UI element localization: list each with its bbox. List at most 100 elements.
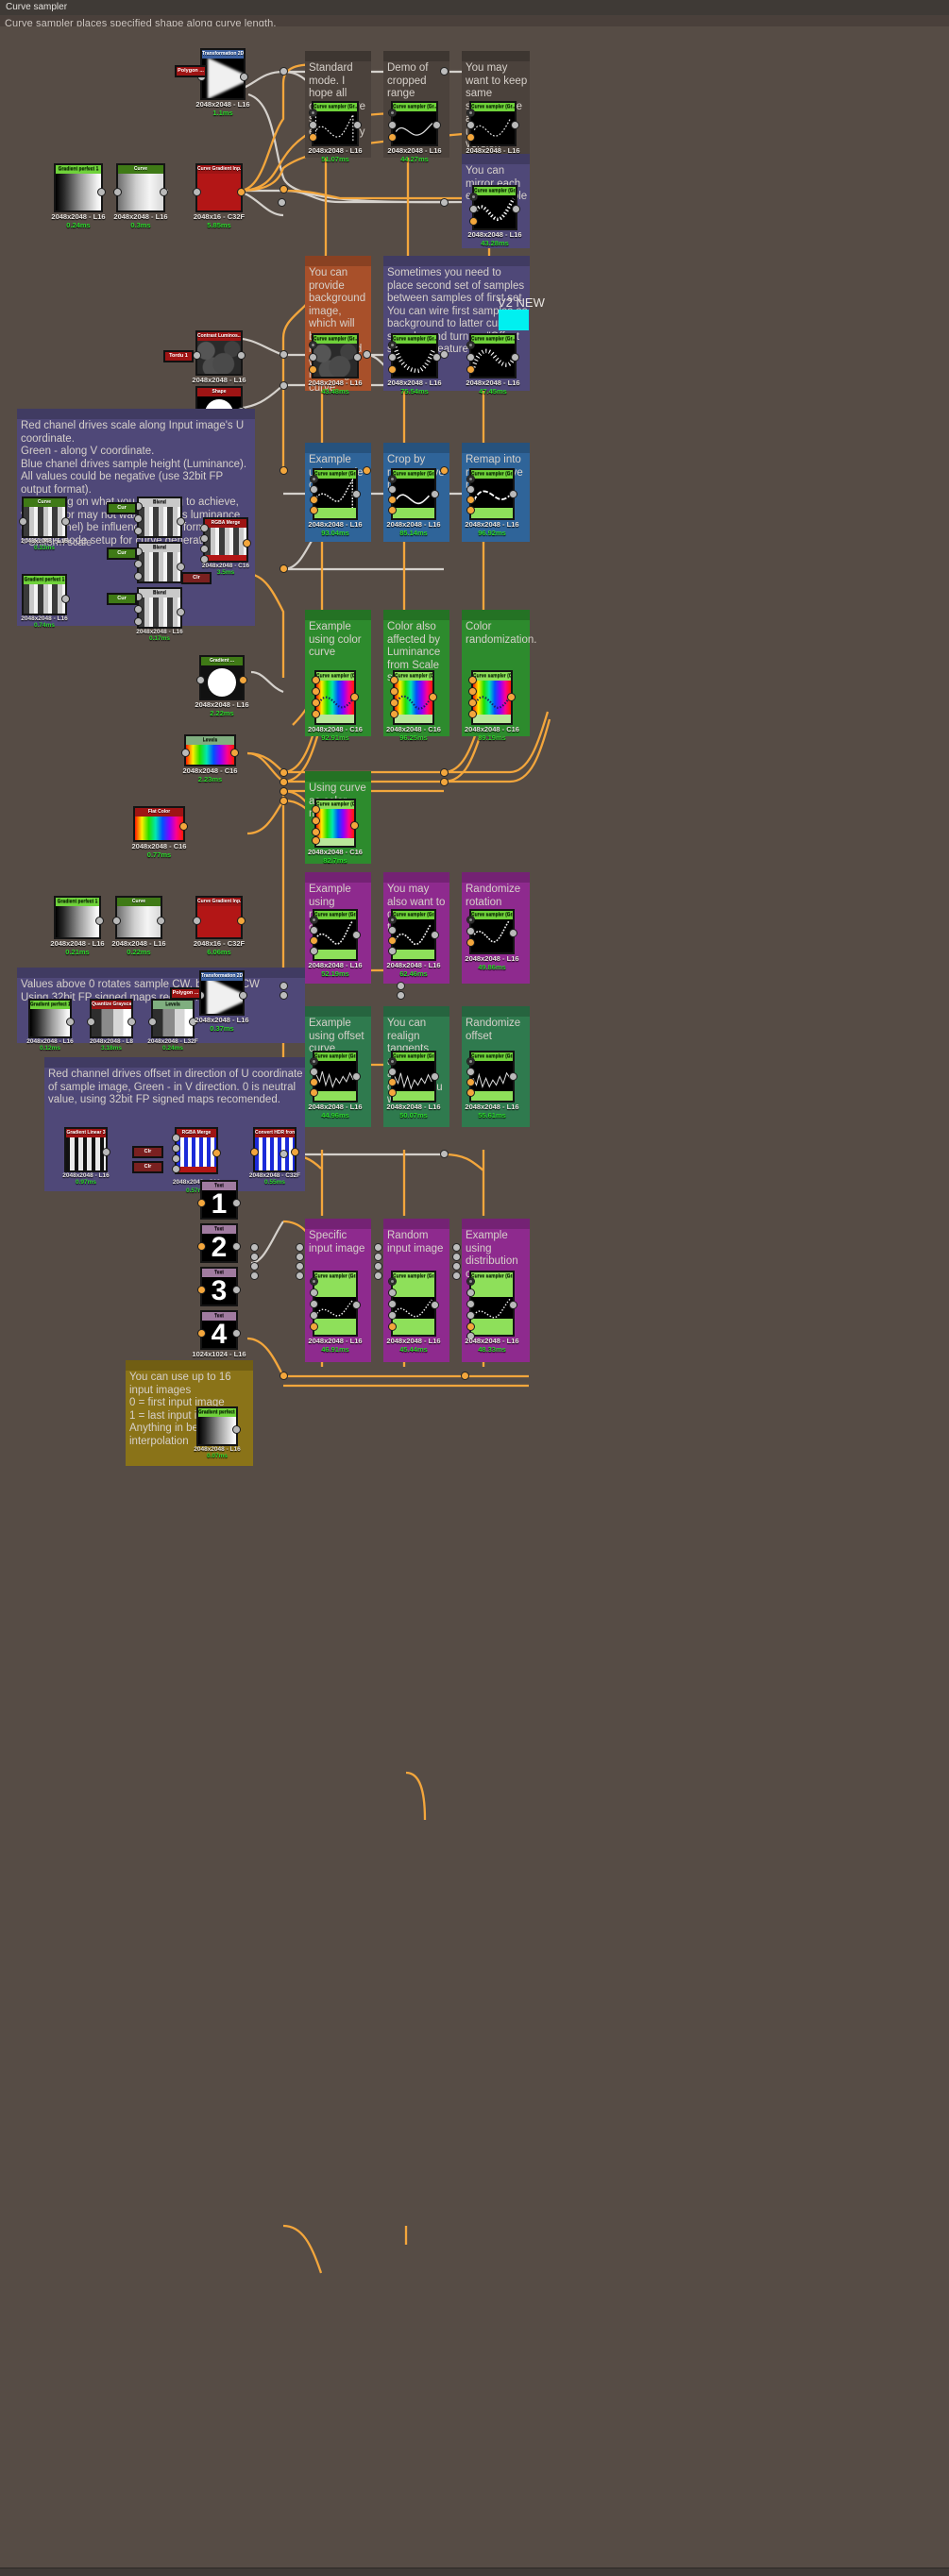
wire-node[interactable] [280,1150,288,1158]
input-socket-2[interactable] [390,687,398,696]
node-scale-curve[interactable]: Curve 2048x2048 - L16 0.33ms [19,497,70,551]
wire-node[interactable] [278,198,286,207]
output-socket[interactable] [352,931,361,939]
input-socket-1[interactable] [312,676,320,684]
input-socket-2[interactable] [468,687,477,696]
output-socket[interactable] [157,917,165,925]
output-socket[interactable] [507,693,516,701]
wire-node[interactable] [280,350,288,359]
node-cs-offset-curve[interactable]: Curve sampler (Gr... 2048x2048 - L16 44.… [308,1051,363,1120]
output-socket[interactable] [95,917,104,925]
node-cs-crop[interactable]: Curve sampler (Gr... 2048x2048 - L16 85.… [386,468,441,537]
node-scale-blend-3[interactable]: Blend 2048x2048 - L16 0.17ms [134,587,185,642]
node-scale-blend-1[interactable]: Blend [134,497,185,538]
input-socket-1[interactable] [466,1057,475,1066]
input-socket-2[interactable] [466,485,475,494]
output-socket[interactable] [237,917,246,925]
input-socket-1[interactable] [310,1057,318,1066]
node-rot-polygon[interactable]: Polygon ... [170,987,201,1000]
node-cs-realign[interactable]: Curve sampler (Gr... 2048x2048 - L16 50.… [386,1051,441,1120]
input-socket-4[interactable] [310,506,318,514]
input-socket[interactable] [197,1199,206,1207]
input-socket-1[interactable] [466,475,475,483]
output-socket[interactable] [232,1425,241,1434]
output-socket[interactable] [160,188,168,196]
input-socket-3[interactable] [390,699,398,707]
wire-node[interactable] [374,1262,382,1271]
node-curve-gradient-input-a[interactable]: Curve Gradient Inp... 2048x16 - C32F 5.8… [193,163,246,229]
node-cs-offset1[interactable]: Curve sampler (Gr... 2048x2048 - L16 75.… [387,333,442,396]
node-cs-remap[interactable]: Curve sampler (Gr... 2048x2048 - L16 96.… [465,468,519,537]
input-socket-4[interactable] [388,1088,397,1097]
input-socket-3[interactable] [172,1154,180,1163]
wire-node[interactable] [296,1243,304,1252]
input-socket-2[interactable] [310,1068,318,1076]
output-socket[interactable] [237,188,246,196]
wire-node[interactable] [452,1271,461,1280]
wire-node[interactable] [374,1271,382,1280]
input-socket-3[interactable] [466,365,475,374]
output-socket[interactable] [509,1301,517,1309]
output-socket[interactable] [179,822,188,831]
output-socket[interactable] [177,608,185,616]
input-socket-1[interactable] [388,916,397,924]
input-socket-2[interactable] [466,927,475,935]
wire-node[interactable] [280,797,288,805]
output-socket[interactable] [350,821,359,830]
output-socket[interactable] [232,1329,241,1338]
output-socket[interactable] [509,1072,517,1081]
wire-node[interactable] [280,787,288,796]
input-socket-2[interactable] [312,687,320,696]
wire-node[interactable] [440,350,449,359]
input-socket-2[interactable] [466,1068,475,1076]
wire-node[interactable] [280,564,288,573]
input-socket-1[interactable] [388,1057,397,1066]
node-cs-color[interactable]: Curve sampler (Co... 2048x2048 - C16 92.… [308,670,363,742]
output-socket[interactable] [291,1148,299,1156]
input-socket-2[interactable] [309,121,317,129]
node-levels-rainbow[interactable]: Levels 2048x2048 - C16 2.23ms [181,734,239,783]
input-socket-3[interactable] [469,217,478,226]
input-socket-3[interactable] [388,936,397,945]
input-socket-1[interactable] [310,1277,318,1286]
input-socket-3[interactable] [134,527,143,535]
input-socket-2[interactable] [172,1144,180,1153]
wire-node[interactable] [440,768,449,777]
input-socket-2[interactable] [388,1288,397,1297]
output-socket[interactable] [240,73,248,81]
input-socket-2[interactable] [134,605,143,614]
node-scale-gradient[interactable]: Gradient perfect 1 2048x2048 - L16 0.74m… [21,574,70,629]
input-socket[interactable] [196,676,205,684]
output-socket[interactable] [243,539,251,547]
input-socket-1[interactable] [172,1134,180,1142]
node-scale-curve-mini-1[interactable]: Cur [107,502,137,514]
node-cs-cropped[interactable]: Curve sampler (Gr... 2048x2048 - L16 44.… [387,101,442,163]
node-cs-color-lum[interactable]: Curve sampler (Co... 2048x2048 - C16 96.… [386,670,441,742]
input-socket-4[interactable] [466,506,475,514]
input-socket-2[interactable] [466,121,475,129]
input-socket-3[interactable] [310,936,318,945]
input-socket-2[interactable] [466,353,475,362]
input-socket-4[interactable] [388,1311,397,1320]
wire-node[interactable] [280,466,288,475]
input-socket-3[interactable] [468,699,477,707]
input-socket-3[interactable] [312,699,320,707]
input-socket-1[interactable] [466,341,475,349]
input-socket-2[interactable] [312,817,320,825]
input-socket-1[interactable] [390,676,398,684]
node-cs-standard[interactable]: Curve sampler (Gr... 2048x2048 - L16 51.… [308,101,363,163]
node-rot-help-gradient[interactable]: Gradient perfect 1 2048x2048 - L16 0.12m… [26,999,75,1052]
input-socket-1[interactable] [388,341,397,349]
wire-node[interactable] [296,1253,304,1261]
node-cs-colormap[interactable]: Curve sampler (Co... 2048x2048 - C16 82.… [308,799,363,865]
output-socket[interactable] [509,929,517,937]
wire-node[interactable] [250,1262,259,1271]
input-socket-3[interactable] [388,496,397,504]
input-socket-1[interactable] [309,109,317,117]
input-socket-1[interactable] [200,524,209,532]
output-socket[interactable] [353,121,362,129]
node-cs-random-input[interactable]: Curve sampler (Gr... 2048x2048 - L16 45.… [386,1271,441,1354]
input-socket-3[interactable] [312,828,320,836]
node-cs-background[interactable]: Curve sampler (Gr... 2048x2048 - L16 43.… [308,333,363,396]
input-socket-2[interactable] [134,560,143,568]
